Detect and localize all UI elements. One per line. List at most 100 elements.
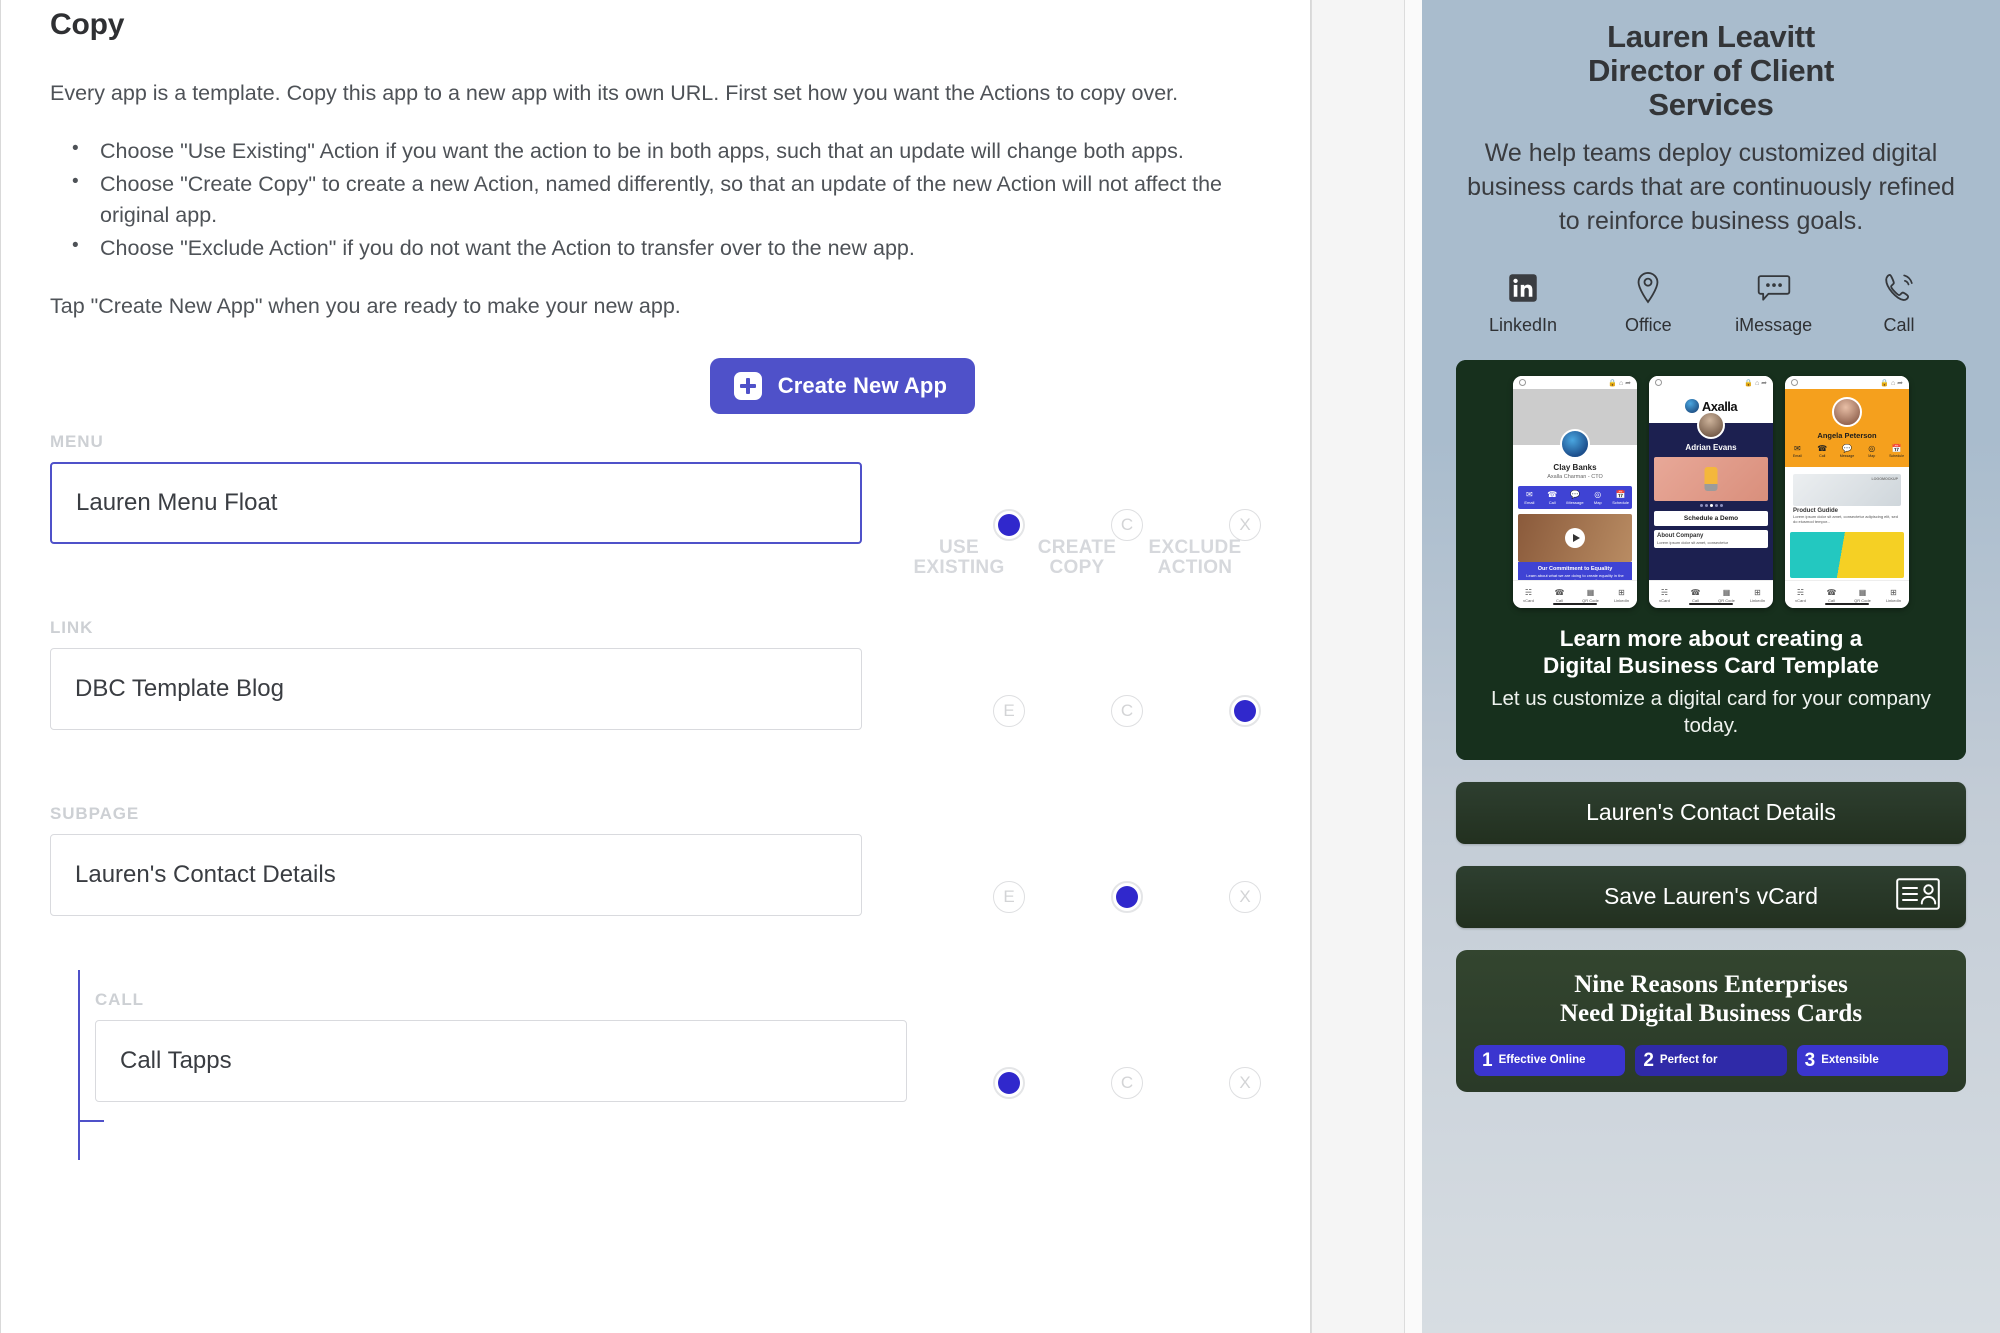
phone-topbar-icons: 🔒 ⌂ ➦	[1608, 379, 1631, 387]
create-new-app-label: Create New App	[777, 372, 947, 398]
save-vcard-button[interactable]: Save Lauren's vCard	[1456, 865, 1966, 928]
radio-create-copy-link[interactable]: C	[1111, 694, 1143, 727]
radio-use-existing-link[interactable]: E	[993, 694, 1025, 727]
radio-cell-exclude-action: X	[1186, 1066, 1304, 1099]
phone-footer-item: ⊞ LinkedIn	[1878, 587, 1909, 603]
phone-mockup-group: 🔒 ⌂ ➦ Clay Banks Axalla Charman - CTO ✉ E…	[1456, 360, 1966, 619]
email-icon: ✉	[1526, 490, 1533, 500]
radio-create-copy-subpage[interactable]	[1111, 880, 1143, 913]
radio-use-existing-subpage[interactable]: E	[993, 880, 1025, 913]
phone-footer-item: ☵ vCard	[1785, 587, 1816, 603]
preview-action-label: Call	[1883, 315, 1915, 336]
nine-reasons-card[interactable]: Nine Reasons Enterprises Need Digital Bu…	[1456, 949, 1966, 1092]
vcard-icon: ☵	[1796, 587, 1805, 597]
phone-product-image	[1654, 457, 1768, 502]
phone-action: ◎ Map	[1859, 444, 1884, 458]
field-input-menu[interactable]: Lauren Menu Float	[50, 461, 862, 544]
vcard-icon: ☵	[1524, 587, 1533, 597]
phone-action: 📅 Schedule	[1884, 444, 1909, 458]
radio-use-existing-menu[interactable]	[993, 508, 1025, 541]
vcard-icon	[1896, 877, 1940, 916]
app-screen: Copy Every app is a template. Copy this …	[0, 0, 2000, 1333]
phone-footer-item: ⊞ LinkedIn	[1742, 587, 1773, 603]
gutter-fill	[1312, 0, 1404, 1333]
radio-exclude-action-call[interactable]: X	[1229, 1066, 1261, 1099]
field-input-subpage[interactable]: Lauren's Contact Details	[50, 833, 862, 916]
reason-chip-text: Extensible	[1821, 1053, 1879, 1066]
copy-settings-panel: Copy Every app is a template. Copy this …	[0, 0, 1311, 1333]
radio-cell-create-copy	[1068, 880, 1186, 913]
column-header-line2: EXISTING	[913, 557, 1005, 579]
phone-banner-title: Our Commitment to Equality	[1537, 566, 1613, 573]
contact-details-button[interactable]: Lauren's Contact Details	[1456, 781, 1966, 844]
phone-action: 📅 Schedule	[1609, 490, 1632, 505]
dot	[1719, 504, 1723, 508]
field-input-call[interactable]: Call Tapps	[95, 1019, 907, 1102]
tap-instruction: Tap "Create New App" when you are ready …	[50, 293, 681, 318]
phone-home-indicator	[1689, 602, 1733, 606]
preview-action-label: Office	[1624, 315, 1672, 336]
radio-use-existing-call[interactable]	[993, 1066, 1025, 1099]
radio-exclude-action-link[interactable]	[1229, 694, 1261, 727]
qr-code-icon: ▦	[1586, 587, 1595, 597]
reason-chip[interactable]: 3 Extensible	[1796, 1044, 1948, 1076]
phone-action: ✉ Email	[1518, 490, 1541, 505]
gutter-rule-right	[1404, 0, 1405, 1333]
reason-chip[interactable]: 2 Perfect for	[1635, 1044, 1787, 1076]
phone-action: 💬 Message	[1835, 444, 1860, 458]
phone-action: ☎ Call	[1810, 444, 1835, 458]
column-header-create-copy: CREATE COPY	[1018, 537, 1136, 578]
radio-cell-exclude-action: X	[1186, 880, 1304, 913]
linkedin-icon	[1468, 268, 1578, 308]
company-logo-icon	[1684, 399, 1699, 414]
create-new-app-button[interactable]: Create New App	[709, 357, 975, 414]
linkedin-icon: ⊞	[1618, 587, 1625, 597]
preview-action-office[interactable]: Office	[1593, 268, 1703, 336]
preview-media-card[interactable]: 🔒 ⌂ ➦ Clay Banks Axalla Charman - CTO ✉ E…	[1456, 360, 1966, 760]
reason-chip[interactable]: 1 Effective Online	[1474, 1044, 1626, 1076]
calendar-icon: 📅	[1615, 490, 1626, 500]
phone-name: Adrian Evans	[1685, 443, 1737, 453]
radio-exclude-action-subpage[interactable]: X	[1229, 880, 1261, 913]
phone-footer-item: ▦ QR Code	[1847, 587, 1878, 603]
media-subline: Let us customize a digital card for your…	[1491, 687, 1931, 738]
tree-vertical-connector	[78, 969, 80, 1160]
radio-group-link: E C	[950, 694, 1304, 727]
map-pin-icon	[1593, 268, 1703, 308]
phone-footer-item: ☵ vCard	[1513, 587, 1544, 603]
column-header-use-existing: USE EXISTING	[900, 537, 1018, 579]
phone-hero-orange: Angela Peterson ✉ Email ☎ Call 💬 Message ◎ M…	[1785, 389, 1909, 468]
preview-action-imessage[interactable]: iMessage	[1719, 268, 1829, 336]
email-icon: ✉	[1794, 444, 1801, 454]
chat-bubble-icon: 💬	[1570, 490, 1580, 500]
preview-role-line2: Services	[1648, 87, 1774, 123]
radio-exclude-action-menu[interactable]: X	[1229, 508, 1261, 541]
phone-footer-item: ☎ Call	[1816, 587, 1847, 603]
preview-action-linkedin[interactable]: LinkedIn	[1468, 268, 1578, 336]
preview-profile-heading: Lauren Leavitt Director of Client Servic…	[1456, 19, 1966, 123]
phone-icon: ☎	[1547, 490, 1558, 500]
phone-action: 💬 iMessage	[1564, 490, 1587, 505]
field-input-link[interactable]: DBC Template Blog	[50, 647, 862, 730]
radio-cell-use-existing	[950, 508, 1068, 541]
dot	[1699, 504, 1703, 508]
phone-topbar: 🔒 ⌂ ➦	[1513, 376, 1637, 390]
radio-create-copy-call[interactable]: C	[1111, 1066, 1143, 1099]
nine-reasons-title-line1: Nine Reasons Enterprises	[1574, 970, 1848, 998]
phone-mockup: 🔒 ⌂ ➦ Angela Peterson ✉ Email ☎ Call 💬 Mess…	[1785, 376, 1909, 609]
radio-create-copy-menu[interactable]: C	[1111, 508, 1143, 541]
chat-bubble-icon	[1719, 268, 1829, 308]
phone-action-bar: ✉ Email ☎ Call 💬 iMessage ◎ Map 📅 Schedule	[1518, 486, 1632, 510]
phone-name: Clay Banks	[1553, 463, 1597, 473]
dot-active	[1709, 504, 1713, 508]
save-vcard-label: Save Lauren's vCard	[1603, 883, 1819, 910]
preview-scroll-area[interactable]: Lauren Leavitt Director of Client Servic…	[1422, 0, 2000, 1092]
phone-product-image: LOGOMOCKUP	[1793, 474, 1901, 507]
plus-square-icon	[733, 371, 762, 400]
column-header-line2: ACTION	[1157, 557, 1233, 579]
preview-action-call[interactable]: Call	[1844, 268, 1954, 336]
phone-about-text: Lorem ipsum dolor sit amet, consectetur	[1657, 540, 1729, 546]
reason-chip-text: Perfect for	[1659, 1053, 1718, 1066]
dot	[1714, 504, 1718, 508]
column-header-exclude-action: EXCLUDE ACTION	[1136, 537, 1254, 579]
